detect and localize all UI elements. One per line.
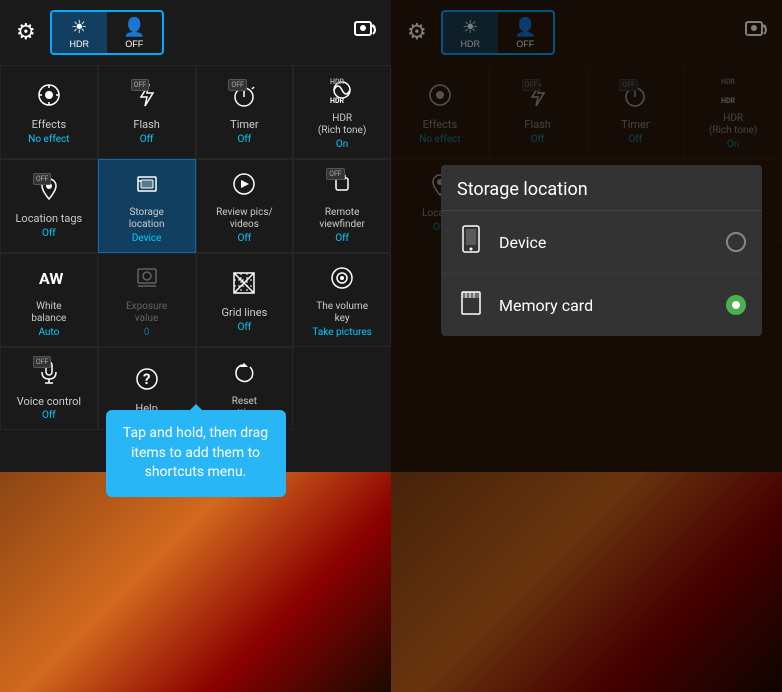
wb-icon: AWB [35,264,63,298]
portrait-label: OFF [125,39,143,49]
timer-value: Off [237,134,251,145]
hdr-label: HDR [69,39,89,49]
effects-icon [35,81,63,115]
effects-label: Effects [32,118,67,131]
grid-icon [230,269,258,303]
rotate-icon[interactable] [351,16,379,49]
voice-badge: OFF [33,356,52,368]
left-panel: ⚙ ☀ HDR 👤 OFF [0,0,391,692]
menu-item-effects[interactable]: Effects No effect [0,65,98,159]
menu-item-volume[interactable]: The volumekey Take pictures [293,253,391,347]
menu-item-remote[interactable]: OFF Remoteviewfinder Off [293,159,391,253]
location-value: Off [42,228,56,239]
svg-text:AWB: AWB [39,269,63,288]
storage-option-device[interactable]: Device [441,211,762,274]
remote-label: Remoteviewfinder [319,207,365,231]
flash-value: Off [140,134,154,145]
portrait-button[interactable]: 👤 OFF [107,12,162,53]
storage-popup: Storage location Device [441,165,762,336]
camera-menu-grid: Effects No effect OFF Flash Off OFF [0,65,391,430]
memory-card-label: Memory card [499,296,726,315]
flash-icon: OFF [133,81,161,115]
svg-text:HDR: HDR [330,97,344,104]
wb-value: Auto [38,327,59,338]
settings-button[interactable]: ⚙ [12,16,40,49]
exposure-icon [133,264,161,298]
storage-popup-title: Storage location [441,165,762,211]
storage-label: Storagelocation [129,207,165,231]
timer-label: Timer [230,118,258,131]
volume-icon [328,264,356,298]
menu-item-storage[interactable]: Storagelocation Device [98,159,196,253]
voice-value: Off [42,410,56,421]
menu-item-exposure[interactable]: Exposurevalue 0 [98,253,196,347]
portrait-icon: 👤 [123,17,145,38]
toolbar-left-group: ⚙ ☀ HDR 👤 OFF [12,10,164,55]
hdr-group: ☀ HDR 👤 OFF [50,10,164,55]
flash-badge: OFF [131,79,150,91]
timer-icon: OFF [230,81,258,115]
timer-badge: OFF [228,79,247,91]
menu-item-grid[interactable]: Grid lines Off [196,253,294,347]
device-icon [457,225,485,259]
volume-label: The volumekey [316,301,368,325]
menu-item-flash[interactable]: OFF Flash Off [98,65,196,159]
storage-option-memory-card[interactable]: Memory card [441,274,762,336]
menu-item-wb[interactable]: AWB Whitebalance Auto [0,253,98,347]
exposure-value: 0 [144,327,150,338]
menu-item-location[interactable]: OFF Location tags Off [0,159,98,253]
remote-icon: OFF [328,170,356,204]
help-icon: ? [133,365,161,399]
right-panel: ⚙ ☀ HDR 👤 OFF [391,0,782,692]
wb-label: Whitebalance [31,301,66,325]
panel-overlay [391,0,782,692]
device-radio[interactable] [726,232,746,252]
reset-icon [230,359,258,393]
tooltip-text: Tap and hold, then drag items to add the… [123,425,268,480]
storage-value: Device [132,233,162,244]
flash-label: Flash [133,118,159,131]
hdr-rich-value: On [336,139,348,150]
menu-item-voice[interactable]: OFF Voice control Off [0,347,98,430]
menu-item-review[interactable]: Review pics/videos Off [196,159,294,253]
storage-icon [133,170,161,204]
camera-background [0,472,391,692]
remote-value: Off [335,233,349,244]
hdr-rich-icon: HDR HDR [326,76,358,110]
toolbar-left: ⚙ ☀ HDR 👤 OFF [0,0,391,65]
shortcut-tooltip: Tap and hold, then drag items to add the… [106,410,286,497]
svg-text:HDR: HDR [330,78,344,86]
memory-card-radio[interactable] [726,295,746,315]
svg-text:?: ? [143,370,150,388]
review-value: Off [237,233,251,244]
remote-badge: OFF [326,168,345,180]
hdr-rich-label: HDR(Rich tone) [318,113,366,137]
review-label: Review pics/videos [216,207,273,231]
exposure-label: Exposurevalue [126,301,167,325]
memory-card-icon [457,288,485,322]
review-icon [230,170,258,204]
device-label: Device [499,233,726,252]
voice-label: Voice control [17,395,81,408]
location-icon: OFF [35,175,63,209]
volume-value: Take pictures [312,327,371,338]
location-label: Location tags [16,212,83,225]
hdr-sun-icon: ☀ [71,17,87,38]
hdr-button[interactable]: ☀ HDR [52,12,107,53]
grid-label: Grid lines [221,306,267,319]
menu-item-timer[interactable]: OFF Timer Off [196,65,294,159]
grid-value: Off [237,322,251,333]
voice-icon: OFF [35,358,63,392]
menu-item-hdr[interactable]: HDR HDR HDR(Rich tone) On [293,65,391,159]
location-badge: OFF [33,173,52,185]
effects-value: No effect [28,134,69,145]
